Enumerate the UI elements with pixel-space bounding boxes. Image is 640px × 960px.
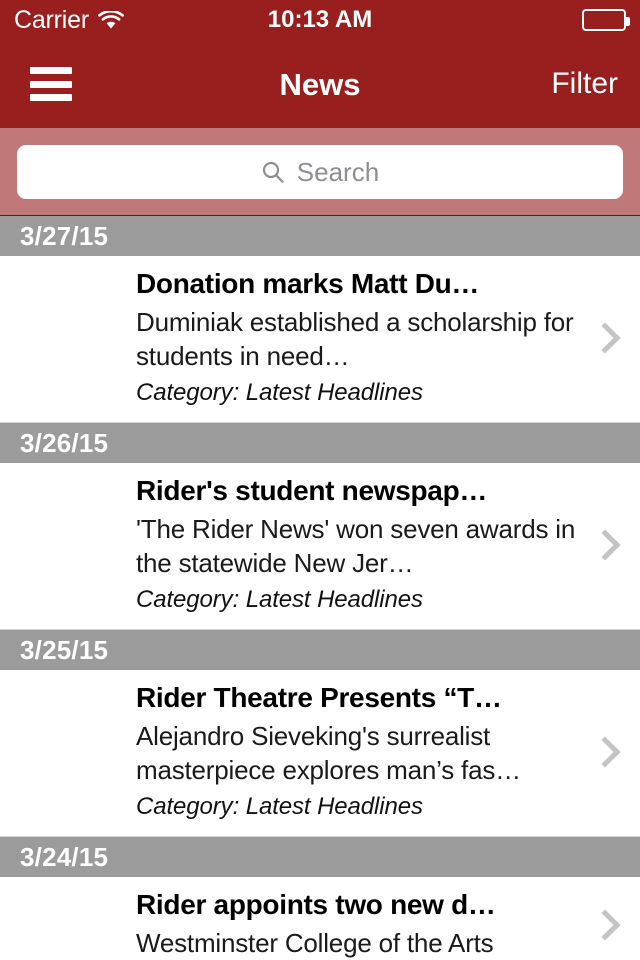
status-bar-left: Carrier [14, 5, 124, 34]
section-header-date: 3/24/15 [0, 837, 640, 877]
news-item-title: Donation marks Matt Du… [136, 268, 480, 299]
news-item-summary: Duminiak established a scholarship for s… [136, 307, 574, 371]
search-bar-container: Search [0, 128, 640, 216]
news-item-title: Rider's student newspap… [136, 475, 488, 506]
news-item-category: Category: Latest Headlines [136, 379, 423, 406]
navigation-bar: News Filter [0, 40, 640, 128]
battery-icon [582, 9, 630, 31]
status-bar-right [582, 9, 630, 31]
news-list-item[interactable]: Rider's student newspap… 'The Rider News… [0, 463, 640, 630]
section-header-date: 3/25/15 [0, 630, 640, 670]
news-item-summary: Westminster College of the Arts [136, 928, 494, 959]
section-header-date: 3/26/15 [0, 423, 640, 463]
search-icon [261, 160, 285, 184]
wifi-icon [98, 9, 124, 30]
news-item-title: Rider Theatre Presents “T… [136, 682, 502, 713]
news-item-summary: Alejandro Sieveking's surrealist masterp… [136, 721, 521, 785]
section-header-date: 3/27/15 [0, 216, 640, 256]
chevron-right-icon [594, 323, 612, 355]
news-list[interactable]: 3/27/15 Donation marks Matt Du… Duminiak… [0, 216, 640, 960]
news-item-category: Category: Latest Headlines [136, 586, 423, 613]
status-bar: Carrier 10:13 AM [0, 0, 640, 40]
chevron-right-icon [594, 530, 612, 562]
news-item-category: Category: Latest Headlines [136, 793, 423, 820]
app-screen: Carrier 10:13 AM News Filter Search 3/27… [0, 0, 640, 960]
news-list-item[interactable]: Rider Theatre Presents “T… Alejandro Sie… [0, 670, 640, 837]
search-input[interactable]: Search [17, 144, 623, 199]
news-list-item[interactable]: Donation marks Matt Du… Duminiak establi… [0, 256, 640, 423]
news-item-title: Rider appoints two new d… [136, 889, 496, 920]
news-item-summary: 'The Rider News' won seven awards in the… [136, 514, 576, 578]
chevron-right-icon [594, 737, 612, 769]
carrier-label: Carrier [14, 5, 89, 34]
search-placeholder: Search [296, 156, 380, 187]
filter-button[interactable]: Filter [551, 69, 618, 99]
chevron-right-icon [594, 910, 612, 942]
page-title: News [279, 66, 361, 102]
news-list-item[interactable]: Rider appoints two new d… Westminster Co… [0, 877, 640, 960]
